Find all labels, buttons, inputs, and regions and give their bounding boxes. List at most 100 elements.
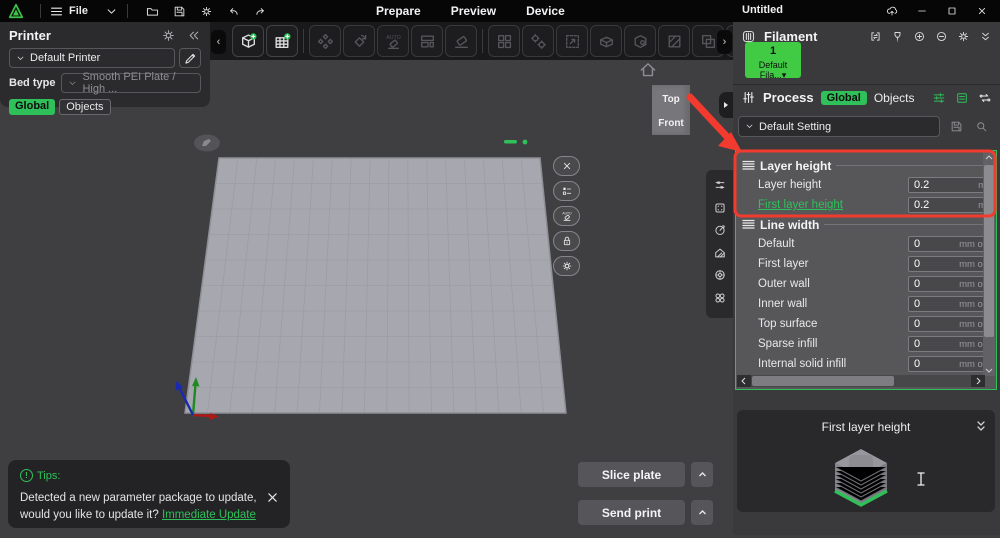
param-input[interactable] (909, 317, 964, 331)
add-model-button[interactable] (232, 25, 264, 57)
param-input[interactable] (909, 337, 964, 351)
param-input-wrap: mm or (908, 236, 990, 252)
variable-gears-button[interactable] (522, 25, 554, 57)
redo-icon[interactable] (254, 5, 267, 18)
category-speed-gauge-icon[interactable] (713, 223, 727, 242)
param-input[interactable] (909, 297, 964, 311)
param-input[interactable] (909, 357, 964, 371)
maximize-icon[interactable] (946, 5, 958, 17)
app-logo-icon (8, 3, 24, 19)
support-box-button[interactable] (590, 25, 622, 57)
category-strength-dots-icon[interactable] (713, 201, 727, 220)
immediate-update-link[interactable]: Immediate Update (162, 509, 256, 521)
toast-close-icon[interactable] (267, 492, 278, 503)
close-icon[interactable] (976, 5, 988, 17)
toolbar-expand-right[interactable]: › (717, 30, 732, 54)
param-input[interactable] (909, 257, 964, 271)
add-plate-button[interactable] (266, 25, 298, 57)
file-menu-label: File (69, 5, 88, 17)
speed-gauge-icon (713, 223, 727, 237)
viewcube-top-face[interactable]: Top (652, 85, 690, 105)
rotate-button[interactable] (343, 25, 375, 57)
param-input-wrap: m (908, 197, 990, 213)
undo-icon[interactable] (227, 5, 240, 18)
search-icon[interactable] (975, 120, 988, 133)
category-support-house-icon[interactable] (713, 246, 727, 265)
slice-options-button[interactable] (691, 462, 713, 487)
right-panel-collapse-handle[interactable] (719, 92, 733, 118)
tips-title: Tips: (37, 469, 61, 482)
plus-circle-icon[interactable] (913, 30, 926, 43)
arrange-button[interactable] (309, 25, 341, 57)
printer-select[interactable]: Default Printer (9, 48, 175, 68)
close-icon (561, 160, 573, 172)
scroll-up-icon[interactable] (983, 152, 995, 164)
primitive-button[interactable] (624, 25, 656, 57)
lock-button[interactable] (553, 231, 580, 251)
printer-tab-global[interactable]: Global (9, 99, 56, 115)
gear-icon[interactable] (200, 5, 213, 18)
nozzle-icon[interactable] (891, 30, 904, 43)
param-input[interactable] (909, 178, 964, 192)
home-view-icon[interactable] (638, 60, 658, 80)
param-input[interactable] (909, 277, 964, 291)
param-input[interactable] (909, 198, 964, 212)
process-tab-global[interactable]: Global (820, 90, 867, 105)
objects-list-button[interactable] (553, 181, 580, 201)
folder-open-icon[interactable] (146, 5, 159, 18)
swap-flow-icon[interactable] (978, 91, 992, 105)
sync-mapping-icon[interactable] (869, 30, 882, 43)
chevron-down-icon[interactable] (104, 4, 119, 19)
process-tab-objects[interactable]: Objects (874, 91, 915, 105)
printer-settings-gear-icon[interactable] (161, 28, 176, 43)
printer-tab-objects[interactable]: Objects (59, 99, 111, 115)
collapse-panel-icon[interactable] (186, 28, 201, 43)
tab-preview[interactable]: Preview (451, 4, 496, 18)
category-advanced-clover-icon[interactable] (713, 291, 727, 310)
category-quality-sliders-icon[interactable] (713, 178, 727, 197)
file-menu[interactable]: File (49, 4, 88, 19)
gear-icon[interactable] (957, 30, 970, 43)
lay-flat-button[interactable] (445, 25, 477, 57)
assembly-button[interactable] (488, 25, 520, 57)
split-button[interactable] (411, 25, 443, 57)
tab-prepare[interactable]: Prepare (376, 4, 421, 18)
double-chevron-down-icon[interactable] (976, 420, 986, 432)
filter-sliders-icon[interactable] (932, 91, 946, 105)
send-print-button[interactable]: Send print (578, 500, 685, 525)
scroll-left-icon[interactable] (737, 375, 751, 387)
scroll-right-icon[interactable] (971, 375, 985, 387)
bed-type-select[interactable]: Smooth PEI Plate / High ... (61, 71, 201, 95)
send-options-button[interactable] (691, 500, 713, 525)
tab-device[interactable]: Device (526, 4, 565, 18)
horizontal-scrollbar[interactable] (737, 375, 985, 387)
edit-printer-button[interactable] (179, 48, 201, 68)
vertical-scroll-thumb[interactable] (984, 165, 994, 337)
hatch-button[interactable] (658, 25, 690, 57)
close-button[interactable] (553, 156, 580, 176)
save-icon[interactable] (950, 120, 963, 133)
minus-circle-icon[interactable] (935, 30, 948, 43)
minimize-icon[interactable] (916, 5, 928, 17)
double-chevron-down-icon[interactable] (979, 30, 992, 43)
orientation-viewcube[interactable]: Top Front (652, 85, 690, 135)
vertical-scrollbar[interactable] (983, 152, 995, 376)
doc-list-icon[interactable] (955, 91, 969, 105)
cloud-upload-icon[interactable] (886, 5, 898, 17)
process-preset-select[interactable]: Default Setting (738, 116, 940, 137)
auto-stamp-button[interactable]: AUTO (553, 206, 580, 226)
filament-slot-1[interactable]: 1 Default Fila...▾ (745, 42, 801, 80)
scale-button[interactable] (556, 25, 588, 57)
save-icon[interactable] (173, 5, 186, 18)
lay-flat-icon (452, 32, 471, 51)
auto-orient-button[interactable]: AUTO (377, 25, 409, 57)
titlebar-divider (126, 4, 128, 18)
slice-plate-button[interactable]: Slice plate (578, 462, 685, 487)
category-others-wheel-icon[interactable] (713, 268, 727, 287)
toolbar-collapse-left[interactable]: ‹ (211, 30, 226, 54)
chevron-down-icon (745, 122, 754, 131)
viewcube-front-face[interactable]: Front (652, 105, 690, 129)
param-input[interactable] (909, 237, 964, 251)
gear-button[interactable] (553, 256, 580, 276)
horizontal-scroll-thumb[interactable] (752, 376, 894, 386)
